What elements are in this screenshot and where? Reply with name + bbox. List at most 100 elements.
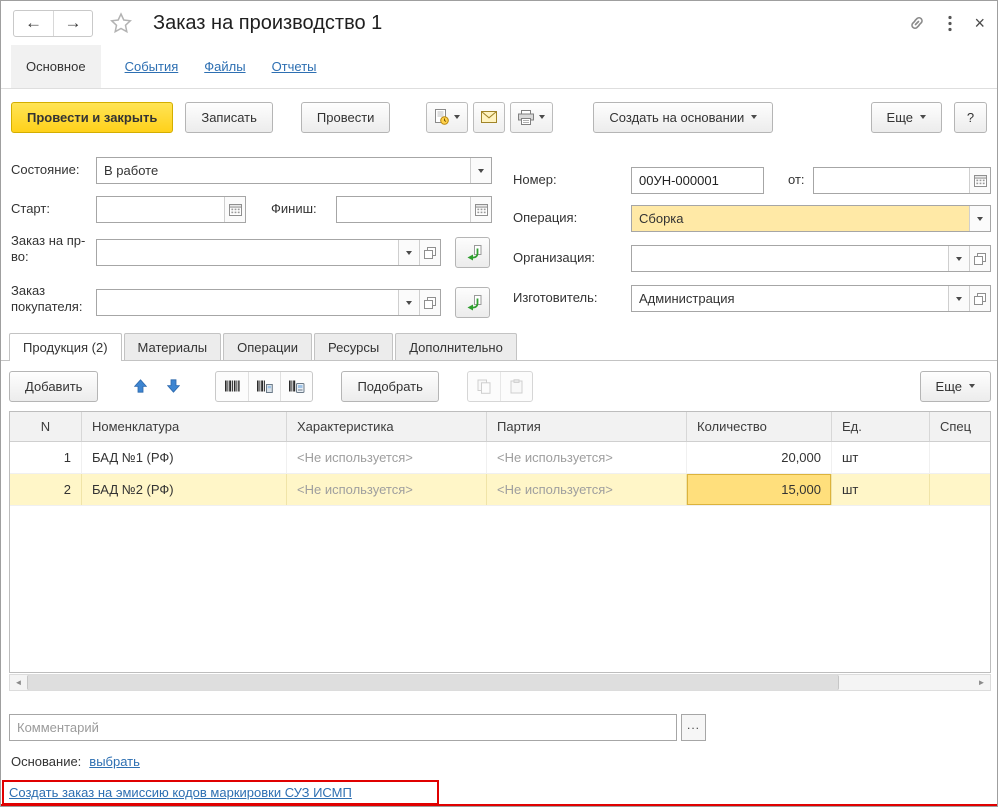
- organization-value[interactable]: [632, 246, 948, 271]
- cell-quantity[interactable]: 20,000: [687, 442, 832, 473]
- tab-additional[interactable]: Дополнительно: [395, 333, 517, 360]
- more-button[interactable]: Еще: [870, 101, 942, 133]
- fill-from-customer-order-button[interactable]: [455, 287, 490, 318]
- create-based-on-button[interactable]: Создать на основании: [593, 101, 774, 133]
- cell-spec[interactable]: [930, 474, 990, 505]
- operation-value[interactable]: Сборка: [632, 206, 969, 231]
- state-combobox[interactable]: В работе: [96, 157, 492, 184]
- manufacturer-value[interactable]: Администрация: [632, 286, 948, 311]
- move-down-button[interactable]: [159, 372, 187, 401]
- document-date-field[interactable]: [813, 167, 991, 194]
- basis-select-link[interactable]: выбрать: [89, 754, 140, 769]
- favorite-star-button[interactable]: [109, 11, 133, 35]
- get-link-button[interactable]: [908, 14, 926, 32]
- move-up-button[interactable]: [126, 372, 154, 401]
- state-value[interactable]: В работе: [97, 158, 470, 183]
- table-row[interactable]: 1 БАД №1 (РФ) <Не используется> <Не испо…: [10, 442, 990, 474]
- tab-resources[interactable]: Ресурсы: [313, 333, 394, 360]
- cell-batch[interactable]: <Не используется>: [487, 474, 687, 505]
- production-order-value[interactable]: [97, 240, 398, 265]
- scroll-track[interactable]: [839, 675, 973, 690]
- comment-ellipsis-button[interactable]: ...: [681, 714, 706, 741]
- chevron-down-icon: [751, 115, 758, 119]
- cell-characteristic[interactable]: <Не используется>: [287, 474, 487, 505]
- mail-button[interactable]: [473, 101, 506, 133]
- fill-from-production-order-button[interactable]: [455, 237, 490, 268]
- add-row-button[interactable]: Добавить: [9, 370, 99, 402]
- manufacturer-open-button[interactable]: [969, 286, 990, 311]
- document-date-value[interactable]: [814, 168, 969, 193]
- production-order-dropdown-button[interactable]: [398, 240, 419, 265]
- nav-tab-main[interactable]: Основное: [11, 45, 101, 88]
- open-form-icon: [424, 246, 436, 259]
- finish-date-field[interactable]: [336, 196, 492, 223]
- organization-combobox[interactable]: [631, 245, 991, 272]
- help-button[interactable]: ?: [954, 101, 987, 133]
- load-from-terminal-button[interactable]: [280, 371, 312, 401]
- nav-tab-reports[interactable]: Отчеты: [270, 45, 319, 88]
- start-calendar-button[interactable]: [224, 197, 245, 222]
- post-and-close-button[interactable]: Провести и закрыть: [11, 101, 174, 133]
- customer-order-dropdown-button[interactable]: [398, 290, 419, 315]
- table-row[interactable]: 2 БАД №2 (РФ) <Не используется> <Не испо…: [10, 474, 990, 506]
- cell-n[interactable]: 2: [10, 474, 82, 505]
- enter-barcode-button[interactable]: [248, 371, 280, 401]
- operation-dropdown-button[interactable]: [969, 206, 990, 231]
- nav-tab-files[interactable]: Файлы: [202, 45, 247, 88]
- manufacturer-combobox[interactable]: Администрация: [631, 285, 991, 312]
- scan-barcode-button[interactable]: [216, 372, 248, 401]
- forward-button[interactable]: →: [53, 10, 92, 36]
- document-date-calendar-button[interactable]: [969, 168, 990, 193]
- fill-arrow-icon: [467, 294, 481, 310]
- organization-open-button[interactable]: [969, 246, 990, 271]
- horizontal-scrollbar[interactable]: ◄ ►: [9, 674, 991, 691]
- state-dropdown-button[interactable]: [470, 158, 491, 183]
- close-button[interactable]: ×: [974, 14, 985, 32]
- window-menu-button[interactable]: [948, 15, 953, 32]
- scroll-thumb[interactable]: [27, 675, 839, 690]
- production-order-open-button[interactable]: [419, 240, 440, 265]
- post-button[interactable]: Провести: [300, 101, 391, 133]
- pick-button[interactable]: Подобрать: [341, 370, 439, 402]
- customer-order-open-button[interactable]: [419, 290, 440, 315]
- paste-rows-button[interactable]: [499, 371, 532, 401]
- tab-products[interactable]: Продукция (2): [9, 333, 122, 361]
- copy-rows-button[interactable]: [468, 372, 500, 401]
- number-label: Номер:: [513, 172, 557, 187]
- start-date-value[interactable]: [97, 197, 224, 222]
- cell-batch[interactable]: <Не используется>: [487, 442, 687, 473]
- finish-date-value[interactable]: [337, 197, 470, 222]
- cell-unit[interactable]: шт: [832, 442, 930, 473]
- cell-characteristic[interactable]: <Не используется>: [287, 442, 487, 473]
- finish-label: Финиш:: [271, 201, 317, 216]
- cell-nomenclature[interactable]: БАД №1 (РФ): [82, 442, 287, 473]
- nav-tab-events[interactable]: События: [123, 45, 181, 88]
- customer-order-combobox[interactable]: [96, 289, 441, 316]
- finish-calendar-button[interactable]: [470, 197, 491, 222]
- comment-input[interactable]: [10, 715, 676, 740]
- start-date-field[interactable]: [96, 196, 246, 223]
- cell-n[interactable]: 1: [10, 442, 82, 473]
- organization-dropdown-button[interactable]: [948, 246, 969, 271]
- back-button[interactable]: ←: [14, 11, 53, 36]
- operation-combobox[interactable]: Сборка: [631, 205, 991, 232]
- cell-quantity-selected[interactable]: 15,000: [687, 474, 832, 505]
- cell-nomenclature[interactable]: БАД №2 (РФ): [82, 474, 287, 505]
- write-button[interactable]: Записать: [185, 101, 273, 133]
- scroll-left-button[interactable]: ◄: [10, 675, 27, 690]
- number-input[interactable]: [632, 168, 763, 193]
- grid-more-button[interactable]: Еще: [919, 370, 991, 402]
- create-linked-document-button[interactable]: [426, 101, 469, 133]
- print-button[interactable]: [510, 101, 554, 133]
- tab-operations[interactable]: Операции: [223, 333, 312, 360]
- create-emission-order-link[interactable]: Создать заказ на эмиссию кодов маркировк…: [9, 785, 352, 800]
- cell-unit[interactable]: шт: [832, 474, 930, 505]
- tab-materials[interactable]: Материалы: [123, 333, 222, 360]
- manufacturer-dropdown-button[interactable]: [948, 286, 969, 311]
- customer-order-value[interactable]: [97, 290, 398, 315]
- cell-spec[interactable]: [930, 442, 990, 473]
- printer-icon: [518, 109, 535, 125]
- production-order-combobox[interactable]: [96, 239, 441, 266]
- scroll-right-button[interactable]: ►: [973, 675, 990, 690]
- number-field[interactable]: [631, 167, 764, 194]
